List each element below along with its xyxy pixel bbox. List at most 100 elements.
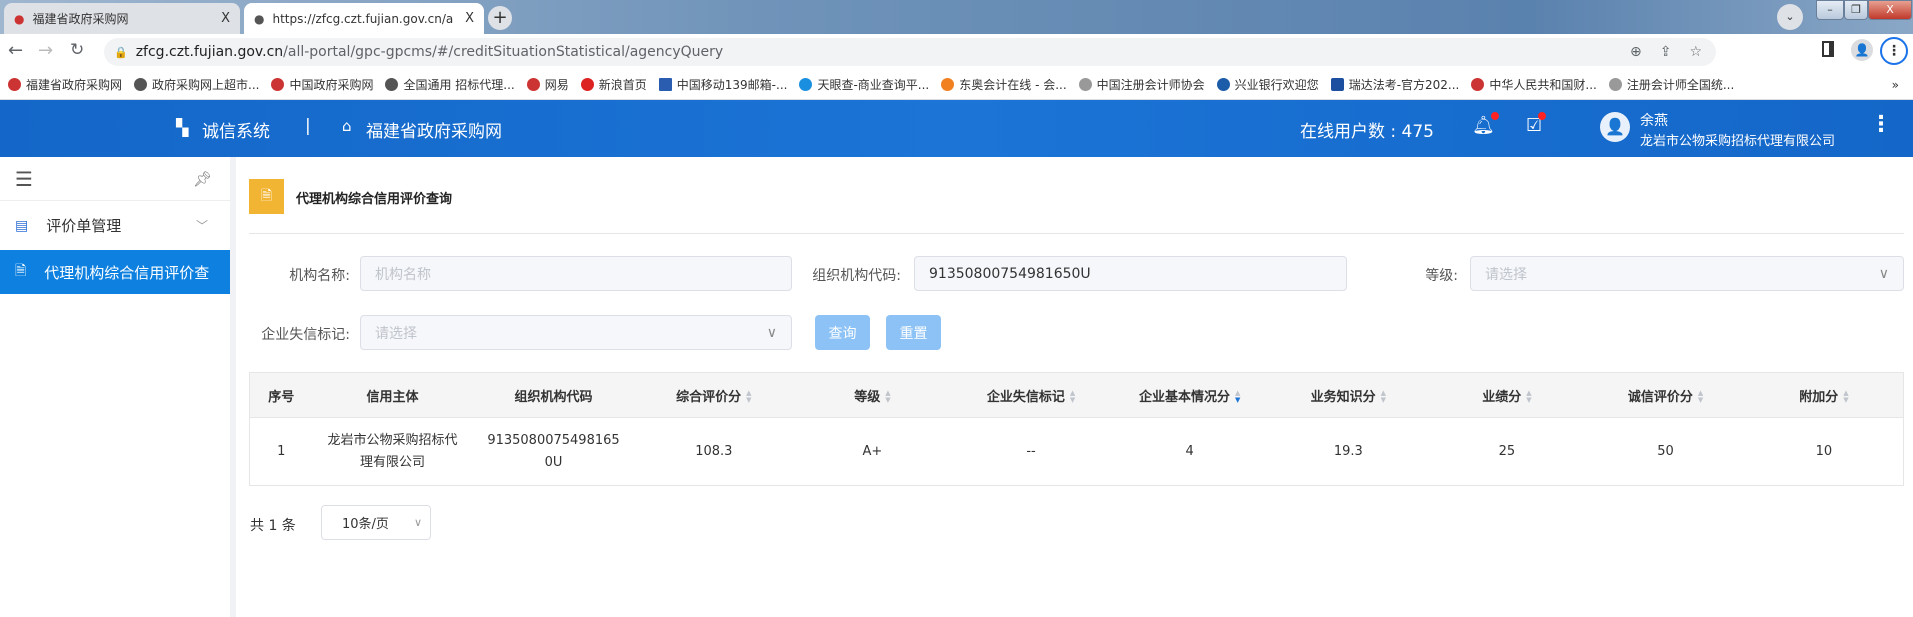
dishonest-select[interactable]: 请选择 ∨ (360, 315, 792, 350)
column-header: 信用主体 (312, 372, 473, 418)
table-cell: 10 (1815, 443, 1833, 459)
column-header[interactable]: 企业失信标记 ▲ ▼ (951, 372, 1111, 418)
url-input[interactable]: 🔒 zfcg.czt.fujian.gov.cn/all-portal/gpc-g… (104, 38, 1716, 66)
bookmark[interactable]: 网易 (526, 76, 569, 93)
page-title: 代理机构综合信用评价查询 (296, 192, 453, 207)
org-code-input[interactable]: 91350800754981650U (914, 256, 1347, 291)
close-tab-icon[interactable]: X (221, 11, 230, 26)
chevron-down-icon: ∨ (1878, 265, 1889, 282)
more-menu-icon[interactable]: ⋮ (1870, 112, 1892, 137)
agency-name-input[interactable]: 机构名称 (360, 256, 792, 291)
share-icon[interactable]: ⇪ (1660, 44, 1672, 60)
minimize-button[interactable]: – (1816, 0, 1844, 20)
chevron-down-icon: ﹀ (195, 219, 208, 233)
sort-icon[interactable]: ▲ ▼ (1698, 390, 1703, 404)
column-header[interactable]: 诚信评价分 ▲ ▼ (1586, 372, 1745, 418)
bookmark[interactable]: 政府采购网上超市... (134, 76, 259, 93)
side-panel-icon[interactable] (1822, 41, 1834, 57)
table-cell: A+ (862, 443, 883, 459)
bookmark[interactable]: 东奥会计在线 - 会... (941, 76, 1067, 93)
task-clipboard-icon[interactable]: ☑ (1526, 112, 1547, 136)
new-tab-button[interactable]: + (488, 6, 512, 30)
bookmark-icon (941, 78, 955, 91)
bookmark[interactable]: 中国移动139邮箱-... (658, 76, 787, 93)
bookmark[interactable]: 全国通用 招标代理... (385, 76, 515, 93)
back-icon[interactable]: ← (8, 40, 23, 61)
browser-tab-active[interactable]: ● https://zfcg.czt.fujian.gov.cn/a X (244, 3, 484, 34)
column-header: 组织机构代码 (472, 372, 635, 418)
query-button[interactable]: 查询 (815, 315, 870, 350)
column-header[interactable]: 企业基本情况分 ▲ ▼ (1110, 372, 1269, 418)
bookmark[interactable]: 福建省政府采购网 (8, 76, 122, 93)
search-doc-icon: 🗎 (15, 263, 27, 279)
column-header[interactable]: 附加分 ▲ ▼ (1744, 372, 1904, 418)
table-cell: 4 (1185, 443, 1194, 459)
table-body: 1 龙岩市公物采购招标代理有限公司 91350800754981650U 108.3 A… (250, 418, 1904, 486)
close-tab-icon[interactable]: X (465, 11, 474, 26)
bookmark-icon (385, 78, 399, 91)
column-header[interactable]: 业绩分 ▲ ▼ (1427, 372, 1587, 418)
browser-tab[interactable]: ● 福建省政府采购网 X (4, 3, 240, 34)
user-name: 余燕 (1640, 113, 1668, 129)
bookmark-icon (271, 78, 285, 91)
home-icon: ⌂ (342, 117, 352, 135)
profile-icon[interactable]: 👤 (1851, 39, 1873, 61)
bookmark[interactable]: 瑞达法考-官方202... (1330, 76, 1459, 93)
gov-emblem-icon: ● (14, 11, 25, 26)
name-label: 机构名称: (289, 268, 350, 284)
chevron-down-icon: ∨ (766, 324, 777, 341)
sort-icon[interactable]: ▲ ▼ (1070, 390, 1075, 404)
chevron-down-icon: ∨ (413, 516, 422, 529)
zoom-icon[interactable]: ⊕ (1630, 44, 1642, 60)
divider (249, 233, 1904, 234)
pin-icon[interactable]: 📌︎ (193, 170, 212, 188)
page-size-select[interactable]: 10条/页 ∨ (321, 505, 431, 540)
column-header[interactable]: 业务知识分 ▲ ▼ (1269, 372, 1428, 418)
more-bookmarks-button[interactable]: » (1892, 78, 1899, 92)
sidebar-item-agency-query[interactable]: 🗎 代理机构综合信用评价查 (0, 250, 230, 294)
sort-icon[interactable]: ▲ ▼ (1381, 390, 1386, 404)
bookmark-icon (1216, 78, 1230, 91)
code-label: 组织机构代码: (812, 268, 901, 284)
column-header[interactable]: 综合评价分 ▲ ▼ (634, 372, 794, 418)
reset-button[interactable]: 重置 (886, 315, 941, 350)
star-icon[interactable]: ☆ (1689, 44, 1702, 60)
table-cell: 1 (277, 443, 286, 459)
app-header: ▚ 诚信系统 | ⌂ 福建省政府采购网 在线用户数 : 475 🔔︎ ☑ 👤 余… (0, 100, 1913, 157)
bookmark[interactable]: 天眼查-商业查询平... (799, 76, 929, 93)
sort-icon[interactable]: ▲ ▼ (746, 390, 751, 404)
dishonest-label: 企业失信标记: (261, 327, 350, 343)
bookmark[interactable]: 中国注册会计师协会 (1078, 76, 1205, 93)
bookmark[interactable]: 兴业银行欢迎您 (1216, 76, 1319, 93)
sort-icon[interactable]: ▲ ▼ (1843, 390, 1848, 404)
reload-icon[interactable]: ↻ (70, 40, 84, 60)
site-link[interactable]: 福建省政府采购网 (366, 117, 502, 142)
column-header: 序号 (249, 372, 313, 418)
table-cell: 19.3 (1333, 443, 1363, 459)
sort-icon[interactable]: ▲ ▼ (1526, 390, 1531, 404)
table-cell: 50 (1657, 443, 1674, 459)
close-window-button[interactable]: X (1868, 0, 1912, 20)
bookmark[interactable]: 中华人民共和国财... (1471, 76, 1597, 93)
grade-select[interactable]: 请选择 ∨ (1470, 256, 1904, 291)
sidebar-item-evaluation[interactable]: ▤ 评价单管理 ﹀ (0, 201, 230, 250)
system-link[interactable]: 诚信系统 (202, 117, 270, 142)
grade-label: 等级: (1425, 268, 1458, 284)
user-org: 龙岩市公物采购招标代理有限公司 (1640, 134, 1836, 149)
hamburger-icon[interactable]: ☰ (15, 167, 33, 191)
column-header[interactable]: 等级 ▲ ▼ (793, 372, 952, 418)
kebab-menu-icon[interactable]: ⋮ (1880, 37, 1908, 65)
table-cell: 91350800754981650U (487, 432, 620, 470)
bell-icon[interactable]: 🔔︎ (1472, 112, 1499, 136)
bookmark[interactable]: 中国政府采购网 (271, 76, 373, 93)
lock-icon: 🔒 (114, 45, 128, 59)
tab-search-button[interactable]: ⌄ (1777, 4, 1803, 30)
sort-icon[interactable]: ▲ ▼ (1235, 390, 1240, 404)
bookmark[interactable]: 注册会计师全国统... (1608, 76, 1734, 93)
sidebar: ☰ 📌︎ ▤ 评价单管理 ﹀ 🗎 代理机构综合信用评价查 (0, 157, 236, 617)
bookmark[interactable]: 新浪首页 (580, 76, 647, 93)
sort-icon[interactable]: ▲ ▼ (885, 390, 890, 404)
avatar[interactable]: 👤 (1600, 112, 1630, 142)
restore-button[interactable]: ❐ (1844, 0, 1868, 20)
forward-icon[interactable]: → (38, 40, 53, 61)
